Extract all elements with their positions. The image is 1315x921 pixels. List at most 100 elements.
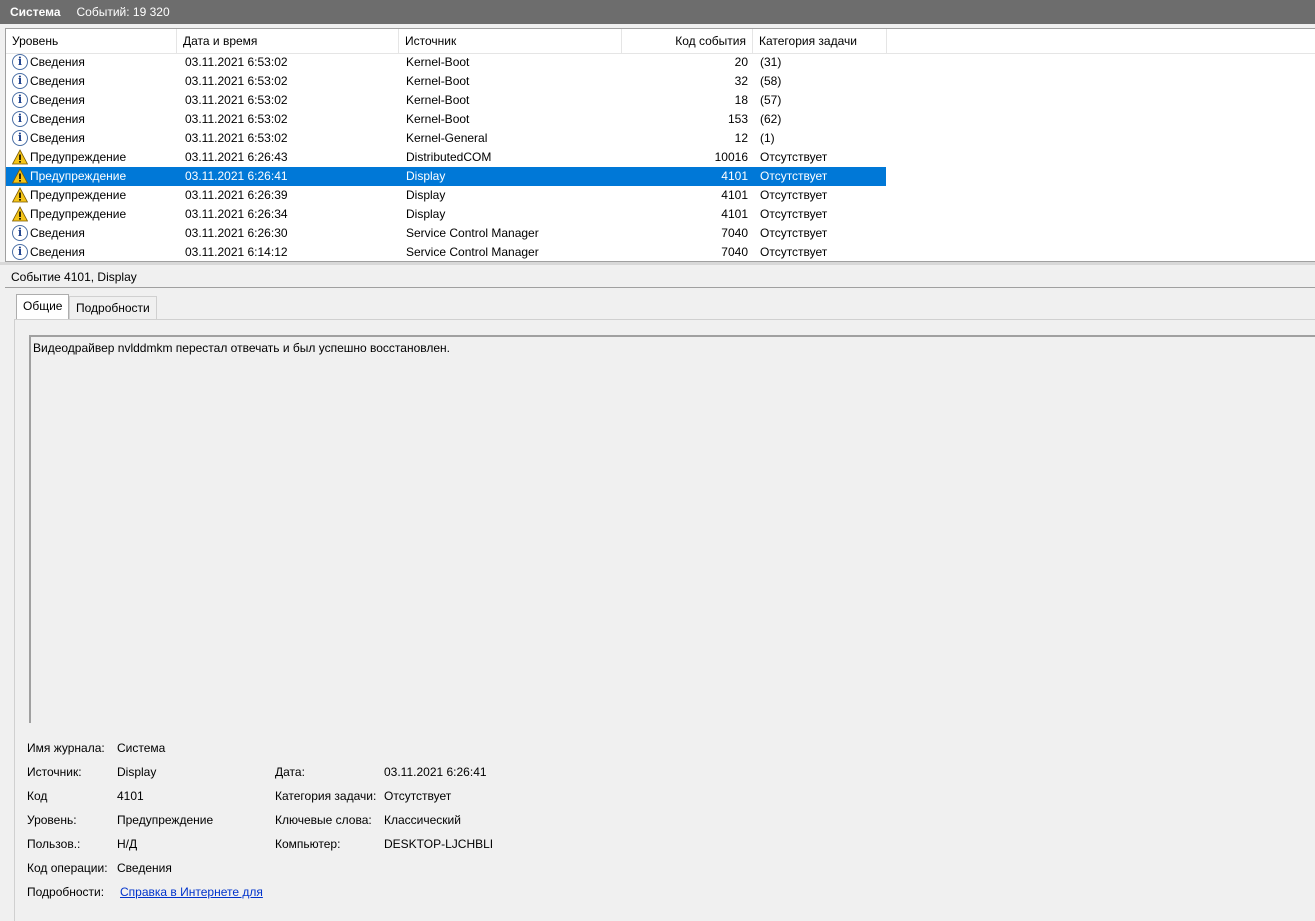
warning-icon — [11, 206, 29, 222]
row-task-category: Отсутствует — [760, 169, 828, 183]
tab-details[interactable]: Подробности — [69, 296, 157, 319]
prop-value-task-category: Отсутствует — [384, 789, 452, 803]
row-event-code: 7040 — [721, 245, 748, 259]
row-source: Kernel-Boot — [406, 93, 470, 107]
row-source: Service Control Manager — [406, 226, 539, 240]
table-row[interactable]: i Сведения 03.11.2021 6:53:02 Kernel-Genera… — [6, 129, 886, 148]
prop-value-computer: DESKTOP-LJCHBLI — [384, 837, 494, 851]
prop-value-opcode: Сведения — [117, 861, 172, 875]
row-datetime: 03.11.2021 6:26:43 — [185, 150, 288, 164]
event-list[interactable]: Уровень Дата и время Источник Код событи… — [5, 28, 1315, 262]
row-event-code: 12 — [734, 131, 748, 145]
row-task-category: (1) — [760, 131, 775, 145]
column-header-event-code[interactable]: Код события — [622, 29, 753, 53]
event-detail-title: Событие 4101, Display — [5, 266, 1315, 288]
row-level: Предупреждение — [30, 150, 127, 164]
row-source: Kernel-Boot — [406, 55, 470, 69]
row-datetime: 03.11.2021 6:53:02 — [185, 93, 288, 107]
column-header-task-category[interactable]: Категория задачи — [753, 29, 887, 53]
prop-label-computer: Компьютер: — [275, 837, 341, 851]
row-task-category: Отсутствует — [760, 226, 828, 240]
log-name: Система — [10, 5, 61, 19]
row-level: Предупреждение — [30, 188, 127, 202]
row-source: Display — [406, 169, 446, 183]
row-source: Kernel-Boot — [406, 74, 470, 88]
table-row[interactable]: Предупреждение 03.11.2021 6:26:43 Distribu… — [6, 148, 886, 167]
log-header-bar: Система Событий: 19 320 — [0, 0, 1315, 24]
warning-icon — [11, 187, 29, 203]
tab-general[interactable]: Общие — [16, 294, 70, 319]
row-task-category: Отсутствует — [760, 150, 828, 164]
prop-value-level: Предупреждение — [117, 813, 214, 827]
info-icon: i — [12, 225, 28, 241]
row-task-category: (62) — [760, 112, 782, 126]
column-header-source[interactable]: Источник — [399, 29, 622, 53]
row-source: Display — [406, 188, 446, 202]
prop-value-code: 4101 — [117, 789, 144, 803]
info-icon: i — [12, 92, 28, 108]
column-header-level[interactable]: Уровень — [6, 29, 177, 53]
event-message-box[interactable]: Видеодрайвер nvlddmkm перестал отвечать … — [29, 335, 1315, 723]
prop-label-code: Код — [27, 789, 48, 803]
event-list-header: Уровень Дата и время Источник Код событи… — [6, 29, 1315, 54]
row-level: Сведения — [30, 55, 85, 69]
row-level: Сведения — [30, 74, 85, 88]
info-icon: i — [12, 130, 28, 146]
row-event-code: 18 — [734, 93, 748, 107]
row-event-code: 153 — [727, 112, 748, 126]
warning-icon — [11, 168, 29, 184]
info-icon: i — [12, 244, 28, 260]
table-row[interactable]: i Сведения 03.11.2021 6:53:02 Kernel-Boot 15… — [6, 110, 886, 129]
warning-icon — [11, 149, 29, 165]
row-level: Сведения — [30, 93, 85, 107]
row-source: DistributedCOM — [406, 150, 492, 164]
row-event-code: 4101 — [721, 207, 748, 221]
prop-label-user: Пользов.: — [27, 837, 81, 851]
prop-value-log-name: Система — [117, 741, 166, 755]
row-level: Сведения — [30, 226, 85, 240]
prop-label-more-info: Подробности: — [27, 885, 105, 899]
table-row[interactable]: i Сведения 03.11.2021 6:53:02 Kernel-Boot 20… — [6, 53, 886, 72]
info-icon: i — [12, 73, 28, 89]
online-help-link[interactable]: Справка в Интернете для — [120, 884, 263, 900]
table-row[interactable]: i Сведения 03.11.2021 6:53:02 Kernel-Boot 32… — [6, 72, 886, 91]
prop-label-keywords: Ключевые слова: — [275, 813, 372, 827]
row-datetime: 03.11.2021 6:26:34 — [185, 207, 288, 221]
pane-splitter[interactable] — [0, 262, 1315, 265]
prop-label-level: Уровень: — [27, 813, 77, 827]
prop-value-keywords: Классический — [384, 813, 461, 827]
row-datetime: 03.11.2021 6:26:39 — [185, 188, 288, 202]
row-event-code: 32 — [734, 74, 748, 88]
prop-label-log-name: Имя журнала: — [27, 741, 105, 755]
prop-label-opcode: Код операции: — [27, 861, 108, 875]
row-datetime: 03.11.2021 6:26:30 — [185, 226, 288, 240]
column-header-datetime[interactable]: Дата и время — [177, 29, 399, 53]
row-event-code: 4101 — [721, 169, 748, 183]
row-level: Сведения — [30, 245, 85, 259]
prop-value-user: Н/Д — [117, 837, 138, 851]
row-event-code: 20 — [734, 55, 748, 69]
row-task-category: Отсутствует — [760, 207, 828, 221]
row-source: Service Control Manager — [406, 245, 539, 259]
row-level: Предупреждение — [30, 169, 127, 183]
table-row[interactable]: Предупреждение 03.11.2021 6:26:41 Display 4… — [6, 167, 886, 186]
table-row[interactable]: i Сведения 03.11.2021 6:14:12 Service Contr… — [6, 243, 886, 261]
row-task-category: Отсутствует — [760, 245, 828, 259]
table-row[interactable]: Предупреждение 03.11.2021 6:26:34 Display 4… — [6, 205, 886, 224]
table-row[interactable]: i Сведения 03.11.2021 6:26:30 Service Contr… — [6, 224, 886, 243]
event-count: Событий: 19 320 — [76, 5, 170, 19]
row-source: Kernel-Boot — [406, 112, 470, 126]
table-row[interactable]: Предупреждение 03.11.2021 6:26:39 Display 4… — [6, 186, 886, 205]
row-datetime: 03.11.2021 6:53:02 — [185, 74, 288, 88]
table-row[interactable]: i Сведения 03.11.2021 6:53:02 Kernel-Boot 18… — [6, 91, 886, 110]
row-datetime: 03.11.2021 6:53:02 — [185, 55, 288, 69]
row-datetime: 03.11.2021 6:53:02 — [185, 112, 288, 126]
row-task-category: (31) — [760, 55, 782, 69]
row-source: Display — [406, 207, 446, 221]
row-level: Предупреждение — [30, 207, 127, 221]
row-event-code: 4101 — [721, 188, 748, 202]
prop-value-source: Display — [117, 765, 157, 779]
row-event-code: 10016 — [714, 150, 748, 164]
row-source: Kernel-General — [406, 131, 488, 145]
prop-value-date: 03.11.2021 6:26:41 — [384, 765, 487, 779]
